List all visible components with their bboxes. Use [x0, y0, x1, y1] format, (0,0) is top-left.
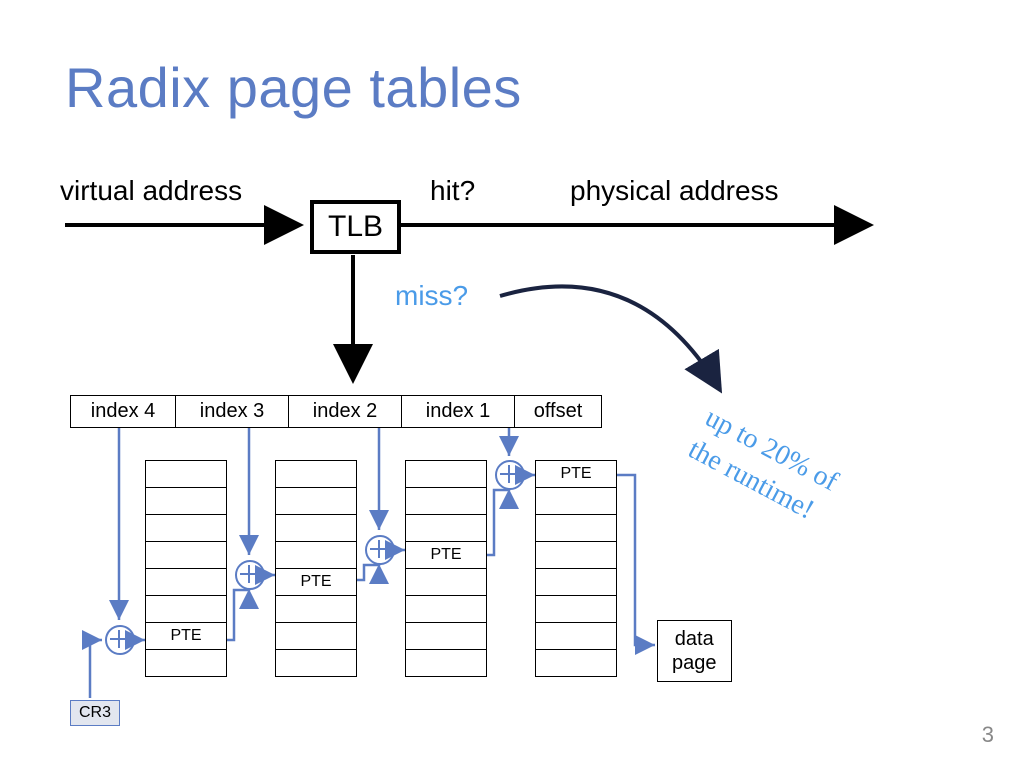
annotation-runtime: up to 20% of the runtime! — [681, 400, 844, 533]
hit-label: hit? — [430, 175, 475, 207]
index-cell-4: index 4 — [71, 396, 176, 427]
data-page-box: datapage — [657, 620, 732, 682]
pte-label: PTE — [276, 569, 356, 596]
index-cell-2: index 2 — [289, 396, 402, 427]
tlb-box: TLB — [310, 200, 401, 254]
index-cell-3: index 3 — [176, 396, 289, 427]
pte-label: PTE — [146, 623, 226, 650]
table-col-2: PTE — [275, 460, 357, 677]
virtual-address-label: virtual address — [60, 175, 242, 207]
page-number: 3 — [982, 722, 994, 748]
miss-label: miss? — [395, 280, 468, 312]
table-col-1: PTE — [145, 460, 227, 677]
index-bar: index 4 index 3 index 2 index 1 offset — [70, 395, 602, 428]
pte-label: PTE — [536, 461, 616, 488]
cr3-register: CR3 — [70, 700, 120, 726]
physical-address-label: physical address — [570, 175, 779, 207]
adder-icon — [105, 625, 135, 655]
slide-title: Radix page tables — [65, 55, 522, 120]
pte-label: PTE — [406, 542, 486, 569]
adder-icon — [495, 460, 525, 490]
table-col-3: PTE — [405, 460, 487, 677]
adder-icon — [365, 535, 395, 565]
table-col-4: PTE — [535, 460, 617, 677]
index-cell-1: index 1 — [402, 396, 515, 427]
index-cell-offset: offset — [515, 396, 601, 427]
adder-icon — [235, 560, 265, 590]
